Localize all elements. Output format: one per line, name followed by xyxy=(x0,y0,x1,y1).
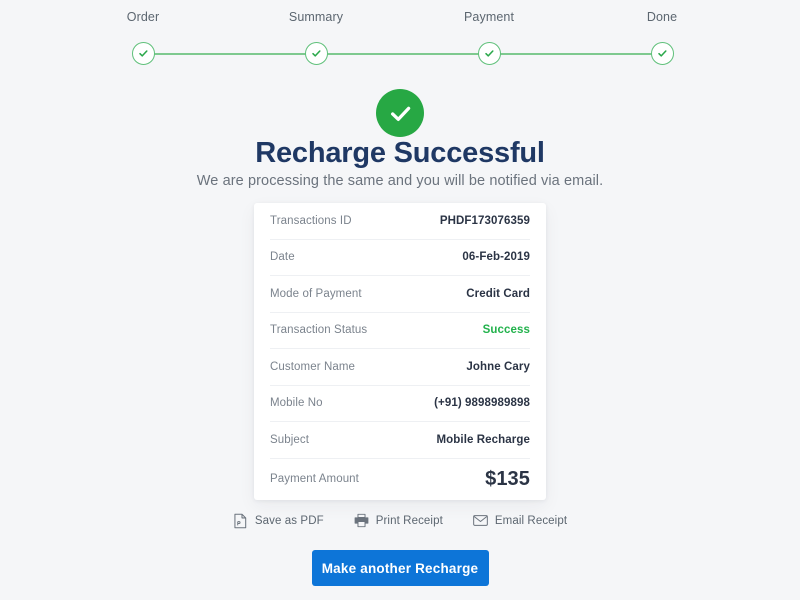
email-receipt-button[interactable]: Email Receipt xyxy=(473,512,567,529)
row-value-subject: Mobile Recharge xyxy=(436,433,530,446)
stepper-labels: Order Summary Payment Done xyxy=(100,10,700,30)
cta-container: Make another Recharge xyxy=(0,550,800,586)
printer-icon xyxy=(354,512,369,529)
print-receipt-button[interactable]: Print Receipt xyxy=(354,512,443,529)
row-label-transaction-status: Transaction Status xyxy=(270,324,368,337)
table-row: Customer Name Johne Cary xyxy=(270,349,530,386)
status-badge: Success xyxy=(482,324,530,337)
stepper-dots xyxy=(100,42,700,66)
row-label-payment-amount: Payment Amount xyxy=(270,473,359,485)
check-icon xyxy=(657,48,668,59)
row-label-date: Date xyxy=(270,251,295,264)
table-row: Date 06-Feb-2019 xyxy=(270,240,530,276)
page-subtitle: We are processing the same and you will … xyxy=(196,173,604,189)
recharge-success-page: Order Summary Payment Done Recharge Succ… xyxy=(0,0,800,600)
stepper-step-order[interactable] xyxy=(131,42,155,65)
table-row: Transactions ID PHDF173076359 xyxy=(270,203,530,240)
progress-stepper: Order Summary Payment Done xyxy=(100,10,700,65)
check-icon xyxy=(390,106,410,121)
row-label-transactions-id: Transactions ID xyxy=(270,214,352,227)
stepper-step-done[interactable] xyxy=(650,42,674,65)
row-value-date: 06-Feb-2019 xyxy=(462,251,530,264)
envelope-icon xyxy=(473,512,488,529)
stepper-label-order: Order xyxy=(126,10,160,24)
row-value-customer-name: Johne Cary xyxy=(466,360,530,373)
save-as-pdf-label: Save as PDF xyxy=(254,514,324,527)
row-label-customer-name: Customer Name xyxy=(270,360,356,373)
row-value-mode-of-payment: Credit Card xyxy=(466,287,530,300)
stepper-step-payment[interactable] xyxy=(477,42,501,65)
save-as-pdf-button[interactable]: Save as PDF xyxy=(233,512,324,529)
check-circle-icon xyxy=(376,89,424,137)
table-row: Mobile No (+91) 9898989898 xyxy=(270,386,530,422)
row-label-mode-of-payment: Mode of Payment xyxy=(270,287,362,300)
row-value-payment-amount: $135 xyxy=(485,467,530,490)
table-row: Mode of Payment Credit Card xyxy=(270,276,530,313)
receipt-card: Transactions ID PHDF173076359 Date 06-Fe… xyxy=(254,203,546,500)
stepper-label-done: Done xyxy=(646,10,678,24)
stepper-step-summary[interactable] xyxy=(304,42,328,65)
page-title: Recharge Successful xyxy=(255,137,545,169)
table-row: Subject Mobile Recharge xyxy=(270,422,530,459)
row-label-subject: Subject xyxy=(270,433,310,446)
check-icon xyxy=(138,48,149,59)
file-pdf-icon xyxy=(233,512,248,529)
row-value-mobile-no: (+91) 9898989898 xyxy=(434,397,530,410)
table-row: Transaction Status Success xyxy=(270,313,530,349)
stepper-label-summary: Summary xyxy=(288,10,344,24)
check-icon xyxy=(484,48,495,59)
table-row: Payment Amount $135 xyxy=(270,459,530,500)
stepper-label-payment: Payment xyxy=(463,10,515,24)
check-icon xyxy=(311,48,322,59)
row-label-mobile-no: Mobile No xyxy=(270,397,323,410)
row-value-transactions-id: PHDF173076359 xyxy=(439,214,530,227)
make-another-recharge-button[interactable]: Make another Recharge xyxy=(311,550,489,586)
print-receipt-label: Print Receipt xyxy=(375,514,443,527)
email-receipt-label: Email Receipt xyxy=(494,514,568,527)
receipt-actions: Save as PDF Print Receipt Email Receipt xyxy=(0,512,800,529)
